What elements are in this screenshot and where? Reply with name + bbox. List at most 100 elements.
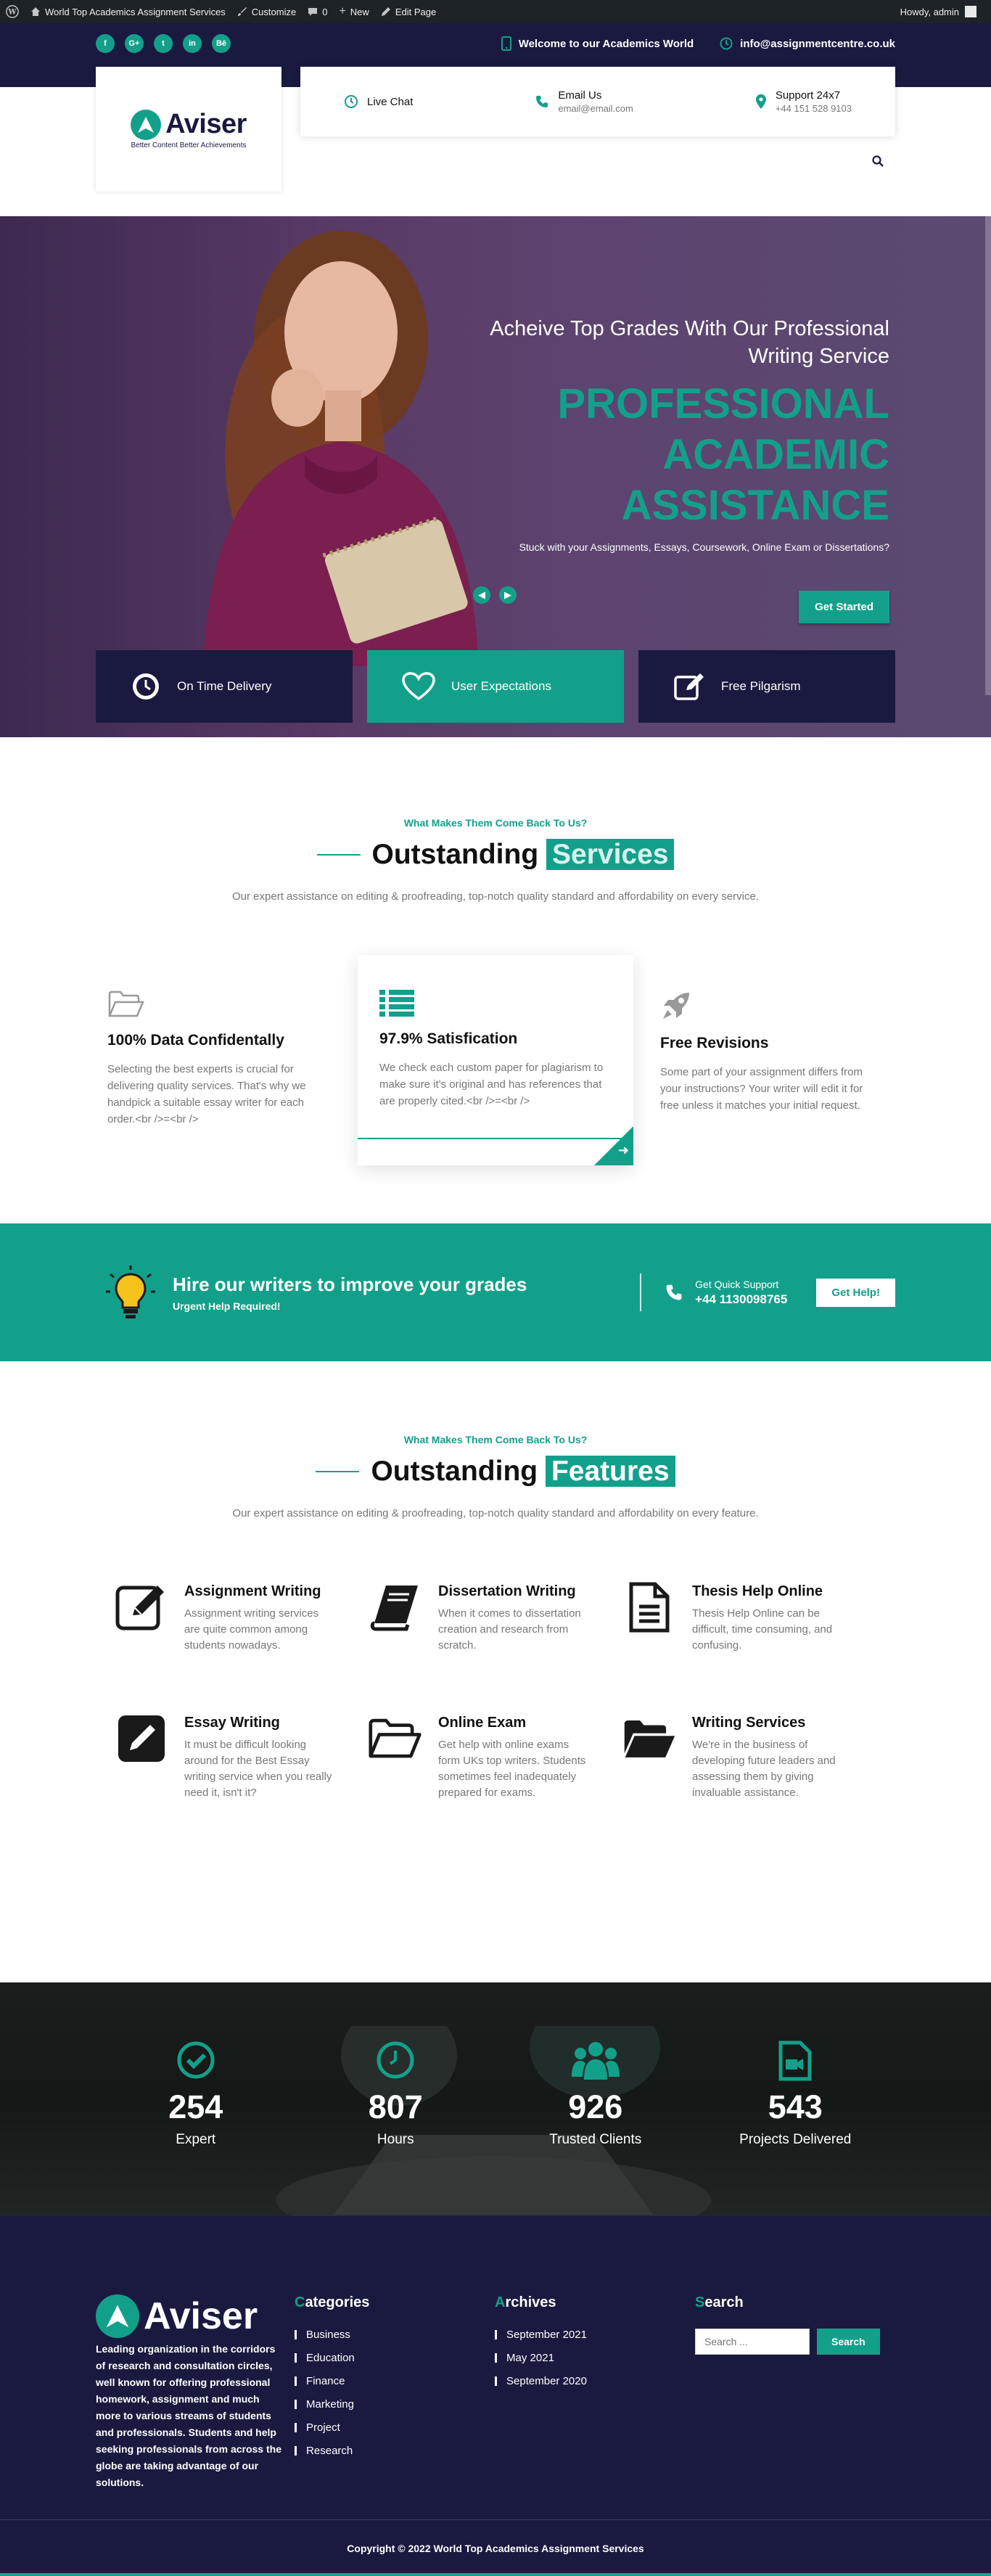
hero-feature-boxes: On Time Delivery User Expectations Free … [96, 650, 895, 723]
footer-search-input[interactable] [695, 2329, 810, 2355]
site-name-link[interactable]: World Top Academics Assignment Services [30, 7, 226, 17]
feature-free-plagiarism[interactable]: Free Pilgarism [638, 650, 895, 723]
feature-item[interactable]: Assignment Writing Assignment writing se… [115, 1580, 369, 1654]
google-plus-icon[interactable]: G+ [125, 34, 144, 53]
edit-icon [673, 671, 705, 702]
features-description: Our expert assistance on editing & proof… [232, 1507, 759, 1519]
hero-scrollbar[interactable] [985, 216, 991, 695]
chat-clock-icon [344, 94, 358, 109]
hero-title: PROFESSIONAL ACADEMIC ASSISTANCE [440, 379, 889, 531]
email-us-item[interactable]: Email Us email@email.com [535, 89, 633, 114]
services-eyebrow: What Makes Them Come Back To Us? [403, 817, 588, 829]
feature-title: Writing Services [692, 1715, 806, 1731]
email-text: info@assignmentcentre.co.uk [740, 37, 895, 50]
counter-label: Projects Delivered [739, 2132, 852, 2147]
category-link[interactable]: Marketing [295, 2398, 495, 2411]
site-footer: Aviser Leading organization in the corri… [0, 2216, 991, 2576]
book-icon [369, 1580, 422, 1634]
category-link[interactable]: Research [295, 2445, 495, 2457]
avatar [965, 6, 976, 17]
counter-label: Hours [377, 2132, 414, 2147]
get-started-button[interactable]: Get Started [799, 591, 889, 623]
new-content-link[interactable]: + New [339, 5, 369, 18]
location-pin-icon [755, 94, 767, 110]
live-chat-item[interactable]: Live Chat [344, 94, 413, 109]
logo-mark-icon [96, 2294, 139, 2338]
edit-page-link[interactable]: Edit Page [381, 7, 436, 17]
footer-search: Search Search [695, 2294, 895, 2491]
heading-divider [316, 1471, 360, 1472]
category-link[interactable]: Project [295, 2421, 495, 2434]
feature-item[interactable]: Essay Writing It must be difficult looki… [115, 1712, 369, 1801]
mobile-icon [501, 36, 511, 51]
get-help-button[interactable]: Get Help! [816, 1278, 895, 1307]
feature-item[interactable]: Writing Services We're in the business o… [622, 1712, 876, 1801]
video-file-icon [715, 2040, 875, 2081]
my-account-link[interactable]: Howdy, admin [900, 0, 976, 23]
counter-number: 926 [568, 2088, 623, 2125]
pen-square-icon [115, 1712, 168, 1765]
site-logo[interactable]: Aviser Better Content Better Achievement… [96, 67, 281, 192]
footer-about: Aviser Leading organization in the corri… [96, 2294, 295, 2491]
service-title: Free Revisions [660, 1035, 769, 1051]
footer-archives: Archives September 2021 May 2021 Septemb… [495, 2294, 695, 2491]
hero-text: Acheive Top Grades With Our Professional… [440, 315, 889, 623]
behance-icon[interactable]: Bē [212, 34, 231, 53]
services-heading: Outstanding Services [0, 839, 991, 871]
footer-about-text: Leading organization in the corridors of… [96, 2343, 281, 2488]
service-text: We check each custom paper for plagiaris… [379, 1062, 604, 1107]
clock-icon [316, 2040, 475, 2081]
wordpress-logo-icon[interactable]: W [6, 5, 19, 18]
feature-item[interactable]: Dissertation Writing When it comes to di… [369, 1580, 622, 1654]
archive-link[interactable]: September 2021 [495, 2329, 695, 2341]
counter-item: 926 Trusted Clients [516, 2040, 675, 2148]
archive-link[interactable]: May 2021 [495, 2352, 695, 2364]
counter-label: Trusted Clients [549, 2132, 642, 2147]
folder-open-icon [369, 1712, 422, 1765]
feature-text: Thesis Help Online can be difficult, tim… [692, 1607, 833, 1652]
twitter-icon[interactable]: t [154, 34, 173, 53]
logo-mark-icon [131, 109, 162, 140]
archives-list: September 2021 May 2021 September 2020 [495, 2329, 695, 2387]
support-title: Support 24x7 [775, 89, 841, 102]
comments-link[interactable]: 0 [308, 7, 327, 17]
feature-item[interactable]: Online Exam Get help with online exams f… [369, 1712, 622, 1801]
categories-list: Business Education Finance Marketing Pro… [295, 2329, 495, 2457]
facebook-icon[interactable]: f [96, 34, 115, 53]
archive-link[interactable]: September 2020 [495, 2375, 695, 2387]
footer-logo[interactable]: Aviser [96, 2294, 295, 2338]
logo-name: Aviser [165, 109, 247, 139]
service-card-satisfaction[interactable]: 97.9% Satisfication We check each custom… [358, 955, 633, 1165]
counter-label: Expert [176, 2132, 216, 2147]
admin-bar: W World Top Academics Assignment Service… [0, 0, 991, 23]
category-link[interactable]: Education [295, 2352, 495, 2364]
feature-label: User Expectations [451, 679, 551, 693]
category-link[interactable]: Finance [295, 2375, 495, 2387]
arrow-right-icon[interactable]: ➜ [618, 1143, 629, 1158]
email-info[interactable]: info@assignmentcentre.co.uk [720, 36, 895, 51]
feature-on-time-delivery[interactable]: On Time Delivery [96, 650, 353, 723]
counter-number: 807 [368, 2088, 423, 2125]
plus-icon: + [339, 5, 346, 17]
brush-icon [237, 7, 247, 17]
feature-item[interactable]: Thesis Help Online Thesis Help Online ca… [622, 1580, 876, 1654]
features-section: What Makes Them Come Back To Us? Outstan… [0, 1361, 991, 1982]
slider-prev-arrow-icon[interactable]: ◀ [473, 586, 490, 604]
support-item[interactable]: Support 24x7 +44 151 528 9103 [755, 89, 852, 114]
counter-item: 254 Expert [116, 2040, 276, 2148]
service-card-revisions[interactable]: Free Revisions Some part of your assignm… [649, 955, 895, 1165]
users-icon [516, 2040, 675, 2081]
cta-phone[interactable]: +44 1130098765 [695, 1292, 787, 1307]
footer-search-button[interactable]: Search [817, 2329, 880, 2355]
service-card-confidentiality[interactable]: 100% Data Confidentally Selecting the be… [96, 955, 342, 1165]
feature-user-expectations[interactable]: User Expectations [367, 650, 624, 723]
linkedin-icon[interactable]: in [183, 34, 202, 53]
customize-link[interactable]: Customize [237, 7, 296, 17]
hero-title-line1: PROFESSIONAL [557, 380, 889, 427]
header-search-button[interactable] [869, 152, 887, 170]
slider-next-arrow-icon[interactable]: ▶ [499, 586, 517, 604]
feature-text: Assignment writing services are quite co… [184, 1607, 319, 1652]
clock-icon [720, 37, 733, 50]
category-link[interactable]: Business [295, 2329, 495, 2341]
edit-page-label: Edit Page [395, 6, 437, 17]
